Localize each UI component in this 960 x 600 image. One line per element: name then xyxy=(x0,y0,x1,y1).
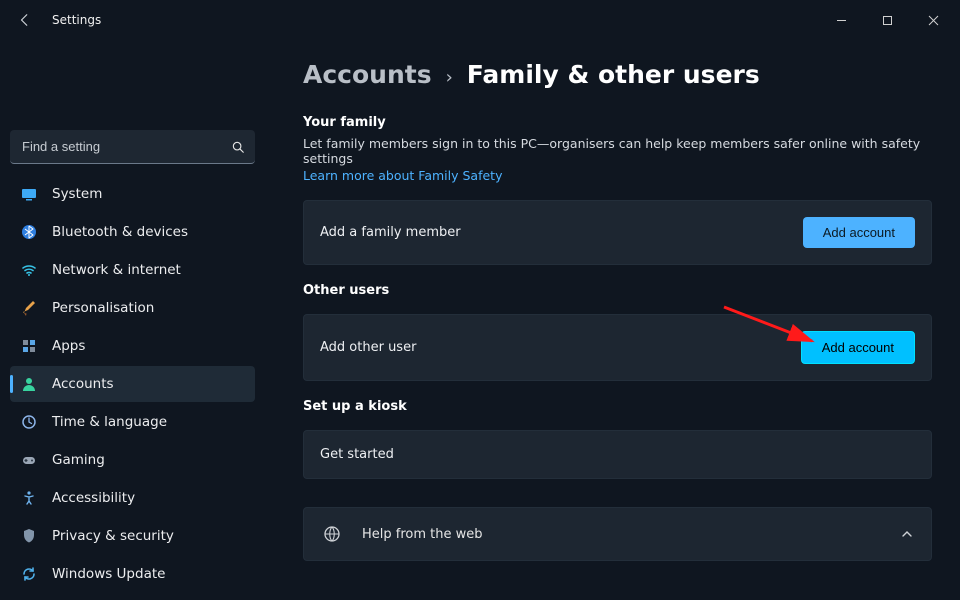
sidebar-item-network[interactable]: Network & internet xyxy=(10,252,255,288)
sidebar-item-label: Personalisation xyxy=(52,300,154,316)
app-title: Settings xyxy=(52,13,101,27)
sidebar-item-label: Accounts xyxy=(52,376,114,392)
sidebar-item-system[interactable]: System xyxy=(10,176,255,212)
globe-icon xyxy=(322,524,342,544)
section-description-family: Let family members sign in to this PC—or… xyxy=(303,136,932,166)
section-heading-family: Your family xyxy=(303,115,932,130)
sidebar-item-label: System xyxy=(52,186,102,202)
section-heading-kiosk: Set up a kiosk xyxy=(303,399,932,414)
apps-icon xyxy=(20,337,38,355)
help-label: Help from the web xyxy=(362,527,483,542)
sidebar-item-gaming[interactable]: Gaming xyxy=(10,442,255,478)
sidebar-item-label: Privacy & security xyxy=(52,528,174,544)
sidebar-item-privacy[interactable]: Privacy & security xyxy=(10,518,255,554)
gamepad-icon xyxy=(20,451,38,469)
card-label: Add a family member xyxy=(320,225,461,240)
card-label: Get started xyxy=(320,447,394,462)
paintbrush-icon xyxy=(20,299,38,317)
add-family-account-button[interactable]: Add account xyxy=(803,217,915,248)
sidebar-item-label: Windows Update xyxy=(52,566,165,582)
sidebar: System Bluetooth & devices Network & int… xyxy=(0,40,265,600)
display-icon xyxy=(20,185,38,203)
sidebar-item-label: Apps xyxy=(52,338,85,354)
accessibility-icon xyxy=(20,489,38,507)
sidebar-nav: System Bluetooth & devices Network & int… xyxy=(10,176,255,592)
close-button[interactable] xyxy=(910,4,956,36)
title-bar: Settings xyxy=(0,0,960,40)
search-input[interactable] xyxy=(10,130,255,164)
minimize-button[interactable] xyxy=(818,4,864,36)
sidebar-item-label: Time & language xyxy=(52,414,167,430)
section-heading-other: Other users xyxy=(303,283,932,298)
sidebar-item-update[interactable]: Windows Update xyxy=(10,556,255,592)
maximize-button[interactable] xyxy=(864,4,910,36)
sidebar-item-label: Gaming xyxy=(52,452,105,468)
card-label: Add other user xyxy=(320,340,416,355)
sidebar-item-personalisation[interactable]: Personalisation xyxy=(10,290,255,326)
sidebar-item-bluetooth[interactable]: Bluetooth & devices xyxy=(10,214,255,250)
kiosk-card[interactable]: Get started xyxy=(303,430,932,479)
sidebar-item-time-language[interactable]: Time & language xyxy=(10,404,255,440)
breadcrumb-parent[interactable]: Accounts xyxy=(303,60,432,89)
shield-icon xyxy=(20,527,38,545)
breadcrumb: Accounts › Family & other users xyxy=(303,60,932,89)
family-safety-link[interactable]: Learn more about Family Safety xyxy=(303,168,502,183)
add-family-member-card: Add a family member Add account xyxy=(303,200,932,265)
search-icon xyxy=(231,140,245,154)
sidebar-item-label: Bluetooth & devices xyxy=(52,224,188,240)
sidebar-item-accessibility[interactable]: Accessibility xyxy=(10,480,255,516)
main-content: Accounts › Family & other users Your fam… xyxy=(265,40,960,600)
bluetooth-icon xyxy=(20,223,38,241)
sidebar-item-label: Accessibility xyxy=(52,490,135,506)
sidebar-item-accounts[interactable]: Accounts xyxy=(10,366,255,402)
wifi-icon xyxy=(20,261,38,279)
update-icon xyxy=(20,565,38,583)
breadcrumb-current: Family & other users xyxy=(467,60,760,89)
back-button[interactable] xyxy=(14,9,36,31)
add-other-user-card: Add other user Add account xyxy=(303,314,932,381)
search-wrap xyxy=(10,130,255,164)
person-icon xyxy=(20,375,38,393)
profile-block xyxy=(10,46,255,130)
chevron-right-icon: › xyxy=(446,67,453,88)
globe-clock-icon xyxy=(20,413,38,431)
add-other-account-button[interactable]: Add account xyxy=(801,331,915,364)
sidebar-item-label: Network & internet xyxy=(52,262,181,278)
sidebar-item-apps[interactable]: Apps xyxy=(10,328,255,364)
chevron-up-icon xyxy=(901,528,913,540)
help-from-web-card[interactable]: Help from the web xyxy=(303,507,932,561)
